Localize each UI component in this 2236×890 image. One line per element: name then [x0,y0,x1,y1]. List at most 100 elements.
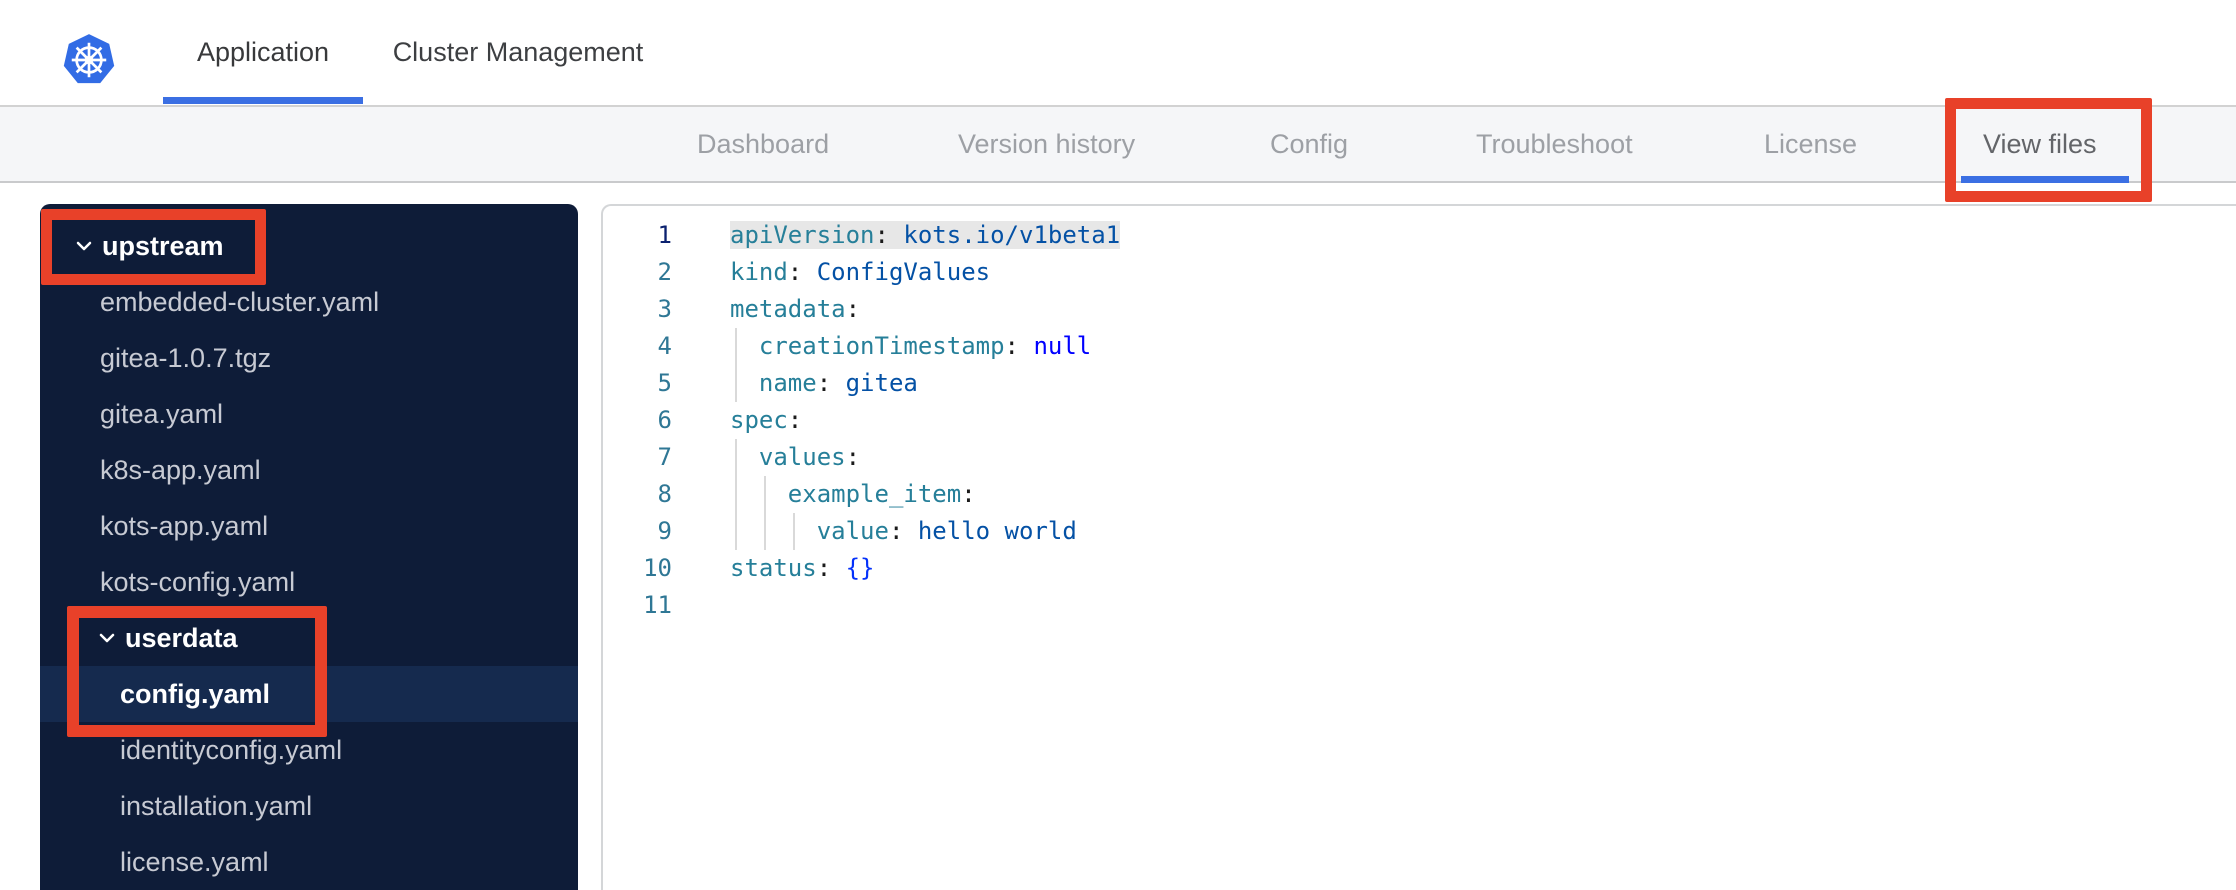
tree-file-k8s-app.yaml[interactable]: k8s-app.yaml [40,442,578,498]
line-number: 3 [657,295,672,323]
line-number: 7 [657,443,672,471]
code-line: 6 spec: [603,402,2236,439]
line-number: 4 [657,332,672,360]
yaml-file-viewer[interactable]: 1 apiVersion: kots.io/v1beta1 2 kind: Confi… [601,204,2236,890]
code-line: 5 name: gitea [603,365,2236,402]
tab-cluster-management[interactable]: Cluster Management [373,0,663,105]
token-key: value [816,517,889,545]
token-key: apiVersion [730,221,875,249]
code-line: 4 creationTimestamp: null [603,328,2236,365]
token-pln: : [845,443,861,471]
code-line: 10 status: {} [603,550,2236,587]
chevron-down-icon[interactable] [73,235,95,257]
tree-item-label: kots-config.yaml [100,567,296,597]
token-key: example_item [787,480,962,508]
token-pln: : [874,221,904,249]
code-text: metadata: [730,291,860,328]
line-number: 8 [657,480,672,508]
token-key: kind [730,258,788,286]
token-key: creationTimestamp [758,332,1005,360]
token-pln [730,332,759,360]
tree-item-label: kots-app.yaml [100,511,269,541]
code-text: spec: [730,402,802,439]
line-number: 6 [657,406,672,434]
tree-item-label: installation.yaml [120,791,313,821]
tree-item-label: userdata [125,623,238,653]
code-line: 9 value: hello world [603,513,2236,550]
line-number: 1 [657,221,672,249]
token-pln: : [816,369,846,397]
code-line: 3 metadata: [603,291,2236,328]
nav-tab-version-history[interactable]: Version history [958,107,1135,181]
token-pln [730,443,759,471]
line-number: 9 [657,517,672,545]
view-files-active-underline [1961,176,2129,183]
tree-item-label: identityconfig.yaml [120,735,343,765]
tree-file-gitea.yaml[interactable]: gitea.yaml [40,386,578,442]
token-pln: : [787,258,817,286]
token-key: spec [730,406,788,434]
code-text: creationTimestamp: null [730,328,1091,365]
nav-tab-troubleshoot[interactable]: Troubleshoot [1476,107,1633,181]
tree-item-label: config.yaml [120,679,271,709]
token-pln: : [1004,332,1034,360]
code-line: 2 kind: ConfigValues [603,254,2236,291]
tree-item-label: embedded-cluster.yaml [100,287,380,317]
tree-file-gitea-1.0.7.tgz[interactable]: gitea-1.0.7.tgz [40,330,578,386]
tree-file-identityconfig.yaml[interactable]: identityconfig.yaml [40,722,578,778]
code-line: 7 values: [603,439,2236,476]
tree-item-label: gitea.yaml [100,399,224,429]
token-pln: : [961,480,976,508]
token-str: ConfigValues [816,258,991,286]
tree-file-license.yaml[interactable]: license.yaml [40,834,578,890]
code-text: name: gitea [730,365,918,402]
app-nav-bar: Dashboard Version history Config Troublesho… [0,107,2236,183]
token-pln [730,369,759,397]
code-text: status: {} [730,550,875,587]
tree-item-label: k8s-app.yaml [100,455,261,485]
token-pln: : [888,517,918,545]
tree-file-kots-config.yaml[interactable]: kots-config.yaml [40,554,578,610]
tree-item-label: upstream [102,231,224,261]
tree-folder-userdata[interactable]: userdata [40,610,578,666]
nav-tab-config[interactable]: Config [1270,107,1348,181]
token-pln: : [787,406,803,434]
token-pln: : [845,295,861,323]
code-text: value: hello world [730,513,1077,550]
code-text: kind: ConfigValues [730,254,990,291]
token-str: kots.io/v1beta1 [903,221,1121,249]
token-pln [730,480,788,508]
token-str: hello world [917,517,1077,545]
code-text: values: [730,439,860,476]
file-tree-sidebar: upstream embedded-cluster.yaml gitea-1.0.7… [40,204,578,890]
line-number: 10 [643,554,672,582]
nav-tab-license[interactable]: License [1764,107,1857,181]
active-tab-underline [163,97,363,104]
code-line: 1 apiVersion: kots.io/v1beta1 [603,217,2236,254]
token-key: name [758,369,817,397]
nav-tab-dashboard[interactable]: Dashboard [697,107,829,181]
token-pln: : [816,554,846,582]
line-number: 2 [657,258,672,286]
tree-file-installation.yaml[interactable]: installation.yaml [40,778,578,834]
chevron-down-icon[interactable] [96,627,118,649]
top-header: Application Cluster Management [0,0,2236,107]
tab-application[interactable]: Application [163,0,363,105]
code-line: 8 example_item: [603,476,2236,513]
tree-folder-upstream[interactable]: upstream [40,218,578,274]
code-text: apiVersion: kots.io/v1beta1 [730,217,1121,254]
token-key: status [730,554,817,582]
token-str: gitea [845,369,918,397]
line-number: 5 [657,369,672,397]
kubernetes-logo-icon [63,34,115,84]
code-line: 11 [603,587,2236,624]
tree-file-kots-app.yaml[interactable]: kots-app.yaml [40,498,578,554]
token-key: metadata [730,295,846,323]
tree-file-embedded-cluster.yaml[interactable]: embedded-cluster.yaml [40,274,578,330]
token-kw: null [1033,332,1092,360]
kots-admin-console: Application Cluster Management Dashboard… [0,0,2236,890]
tree-file-config.yaml[interactable]: config.yaml [40,666,578,722]
nav-tab-view-files[interactable]: View files [1983,107,2097,181]
tree-item-label: gitea-1.0.7.tgz [100,343,272,373]
token-brace: {} [845,554,875,582]
